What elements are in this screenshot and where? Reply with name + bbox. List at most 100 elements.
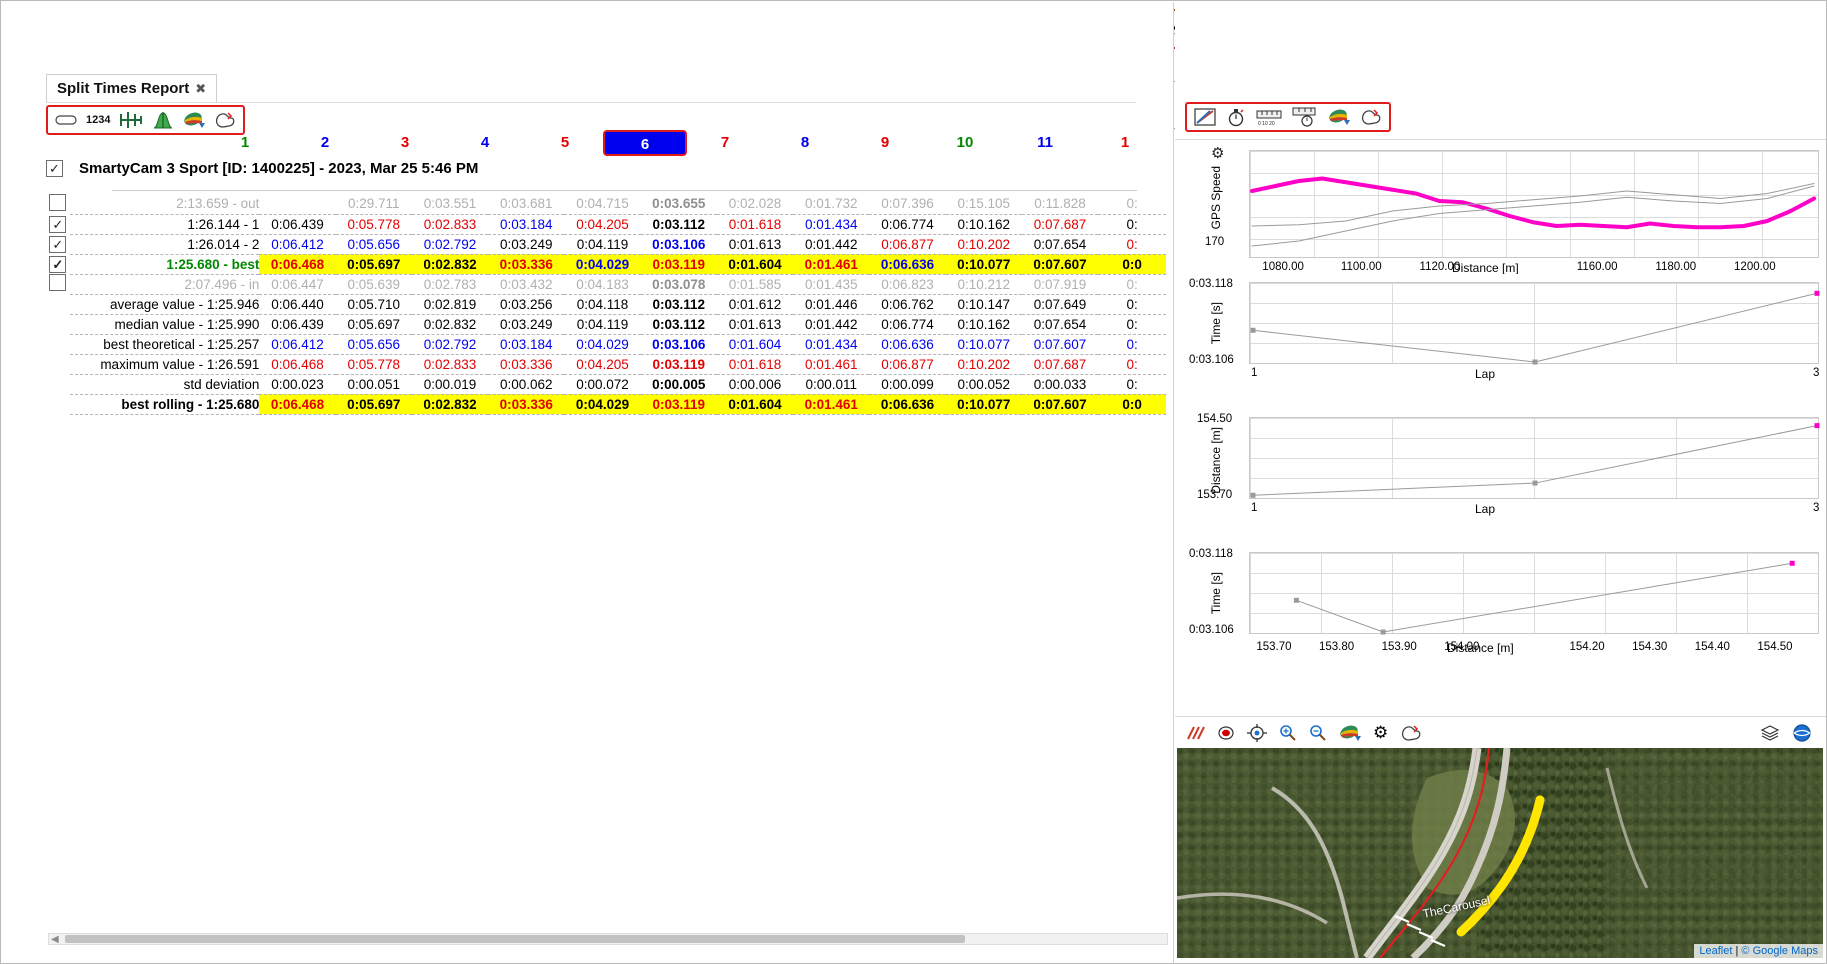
chart-time-vs-distance-xticks: 153.70 153.80 153.90 154.00 154.20 154.30 154.… — [1249, 641, 1819, 657]
table-row[interactable]: best theoretical - 1:25.257 0:06.412 0:05.… — [46, 334, 1166, 355]
cell-value: 0:02.832 — [411, 314, 489, 335]
table-row[interactable]: std deviation 0:00.023 0:00.051 0:00.019 0:0… — [46, 374, 1166, 395]
scrollbar-thumb[interactable] — [65, 935, 965, 943]
column-header-5[interactable]: 5 — [523, 134, 607, 151]
lap-bar-icon[interactable] — [55, 110, 77, 130]
cell-value: 0:00.099 — [869, 374, 946, 395]
data-point-2 — [1814, 290, 1820, 296]
column-header-9[interactable]: 9 — [843, 134, 927, 151]
tab-split-times-report[interactable]: Split Times Report ✖ — [46, 74, 218, 103]
column-header-3[interactable]: 3 — [363, 134, 447, 151]
record-dot-icon[interactable] — [1217, 723, 1235, 743]
row-checkbox[interactable]: ✓ — [49, 255, 67, 273]
crosshair-icon[interactable] — [1247, 723, 1267, 743]
chart-settings-gear-icon[interactable]: ⚙ — [1211, 144, 1224, 162]
close-icon[interactable]: ✖ — [195, 81, 206, 97]
layers-icon[interactable] — [1760, 723, 1780, 743]
horizontal-scrollbar[interactable]: ◀ — [48, 933, 1168, 945]
histogram-icon[interactable] — [119, 110, 143, 130]
table-row[interactable]: 2:07.496 - in 0:06.447 0:05.639 0:02.783 0:0… — [46, 274, 1166, 295]
zoom-in-icon[interactable] — [1279, 723, 1297, 743]
map-provider-link[interactable]: © Google Maps — [1741, 945, 1818, 957]
chart-gps-speed-ytick-0: 170 — [1205, 236, 1225, 248]
column-header-8[interactable]: 8 — [763, 134, 847, 151]
row-checkbox-cell[interactable]: ✓ — [46, 254, 70, 274]
column-header-2[interactable]: 2 — [283, 134, 367, 151]
cell-value: 0:03.106 — [640, 334, 717, 355]
column-header-1[interactable]: 1 — [203, 134, 287, 151]
chart-gps-speed: ⚙ GPS Speed 170 Distance [m] 1080.00 1100… — [1175, 144, 1826, 275]
cell-value: 0:02.833 — [411, 354, 489, 375]
column-header-4[interactable]: 4 — [443, 134, 527, 151]
track-map[interactable]: TheCarousel Leaflet | © Google Maps — [1177, 748, 1823, 958]
row-checkbox[interactable]: ✓ — [49, 215, 67, 233]
row-checkbox[interactable] — [49, 274, 67, 291]
map-toolbar-left-group: ⚙ — [1185, 723, 1422, 743]
table-row[interactable]: average value - 1:25.946 0:06.440 0:05.710… — [46, 294, 1166, 315]
cell-value: 0:10.212 — [945, 274, 1022, 295]
colour-map-icon[interactable] — [183, 110, 206, 130]
chart-distance-per-lap-plot[interactable] — [1249, 417, 1820, 499]
chart-distance-per-lap-ytick-1: 153.70 — [1197, 489, 1233, 501]
row-checkbox-cell[interactable]: ✓ — [46, 234, 70, 254]
scroll-left-arrow[interactable]: ◀ — [51, 934, 59, 945]
chart-time-per-lap-plot[interactable] — [1249, 282, 1820, 365]
track-map-icon[interactable] — [1360, 107, 1382, 127]
cell-value: 0:11.828 — [1021, 194, 1099, 215]
table-row[interactable]: ✓ 1:25.680 - best 0:06.468 0:05.697 0:02.832… — [46, 254, 1166, 275]
stopwatch-icon[interactable] — [1226, 107, 1246, 127]
globe-icon[interactable] — [1792, 723, 1812, 743]
row-checkbox-cell[interactable] — [46, 194, 70, 214]
row-checkbox[interactable]: ✓ — [49, 235, 67, 253]
cell-value: 0:00.072 — [564, 374, 641, 395]
chart-time-vs-distance-plot[interactable] — [1249, 552, 1819, 635]
settings-gear-icon[interactable]: ⚙ — [1373, 723, 1388, 743]
column-header-6[interactable]: 6 — [603, 130, 687, 156]
split-lines-icon[interactable] — [1185, 723, 1205, 743]
row-checkbox-cell[interactable] — [46, 274, 70, 294]
data-point-0 — [1250, 492, 1256, 498]
column-header-12[interactable]: 1 — [1083, 134, 1167, 151]
gauge-icon[interactable] — [1194, 107, 1216, 127]
cell-value: 0:29.711 — [335, 194, 412, 215]
numbers-1234-icon[interactable]: 1234 — [86, 110, 110, 130]
cell-value: 0:06.636 — [869, 394, 946, 415]
table-row[interactable]: ✓ 1:26.144 - 1 0:06.439 0:05.778 0:02.833 0:0… — [46, 214, 1166, 235]
chart-gps-speed-plot[interactable] — [1249, 150, 1819, 258]
session-checkbox[interactable]: ✓ — [46, 160, 63, 177]
colour-map-icon[interactable] — [1339, 723, 1361, 743]
leaflet-link[interactable]: Leaflet — [1699, 945, 1732, 957]
column-header-11[interactable]: 11 — [1003, 134, 1087, 151]
ruler-timer-icon[interactable] — [1292, 107, 1318, 127]
cell-value: 0:01.604 — [716, 254, 794, 275]
zoom-out-icon[interactable] — [1309, 723, 1327, 743]
cell-value: 0:01.434 — [793, 214, 870, 235]
row-checkbox-cell[interactable]: ✓ — [46, 214, 70, 234]
cell-value — [259, 194, 336, 215]
row-checkbox[interactable] — [49, 194, 67, 211]
cell-value: 0:03.119 — [640, 354, 717, 375]
track-map-icon[interactable] — [214, 110, 236, 130]
cell-value: 0:01.461 — [793, 354, 870, 375]
table-row[interactable]: maximum value - 1:26.591 0:06.468 0:05.778… — [46, 354, 1166, 375]
cell-value: 0:10.077 — [945, 254, 1022, 275]
bell-curve-icon[interactable] — [152, 110, 174, 130]
table-separator — [112, 190, 1137, 191]
cell-value: 0:03.106 — [640, 234, 717, 255]
cell-value: 0:06.468 — [259, 354, 336, 375]
track-shape-icon[interactable] — [1400, 723, 1422, 743]
table-row[interactable]: 2:13.659 - out 0:29.711 0:03.551 0:03.681 0:… — [46, 194, 1166, 215]
cell-value: 0:04.183 — [564, 274, 641, 295]
column-header-7[interactable]: 7 — [683, 134, 767, 151]
table-row[interactable]: best rolling - 1:25.680 0:06.468 0:05.697 0… — [46, 394, 1166, 415]
colour-map-icon[interactable] — [1328, 107, 1350, 127]
ruler-icon[interactable]: 0 10 20 — [1256, 107, 1282, 127]
cell-value: 0:03.336 — [488, 394, 565, 415]
table-row[interactable]: ✓ 1:26.014 - 2 0:06.412 0:05.656 0:02.792 0:0… — [46, 234, 1166, 255]
table-row[interactable]: median value - 1:25.990 0:06.439 0:05.697 0… — [46, 314, 1166, 335]
cell-value: 0:03.078 — [640, 274, 717, 295]
cell-value: 0: — [1098, 374, 1166, 395]
data-point-0 — [1250, 327, 1256, 333]
column-header-10[interactable]: 10 — [923, 134, 1007, 151]
row-label: best theoretical - 1:25.257 — [69, 334, 260, 355]
